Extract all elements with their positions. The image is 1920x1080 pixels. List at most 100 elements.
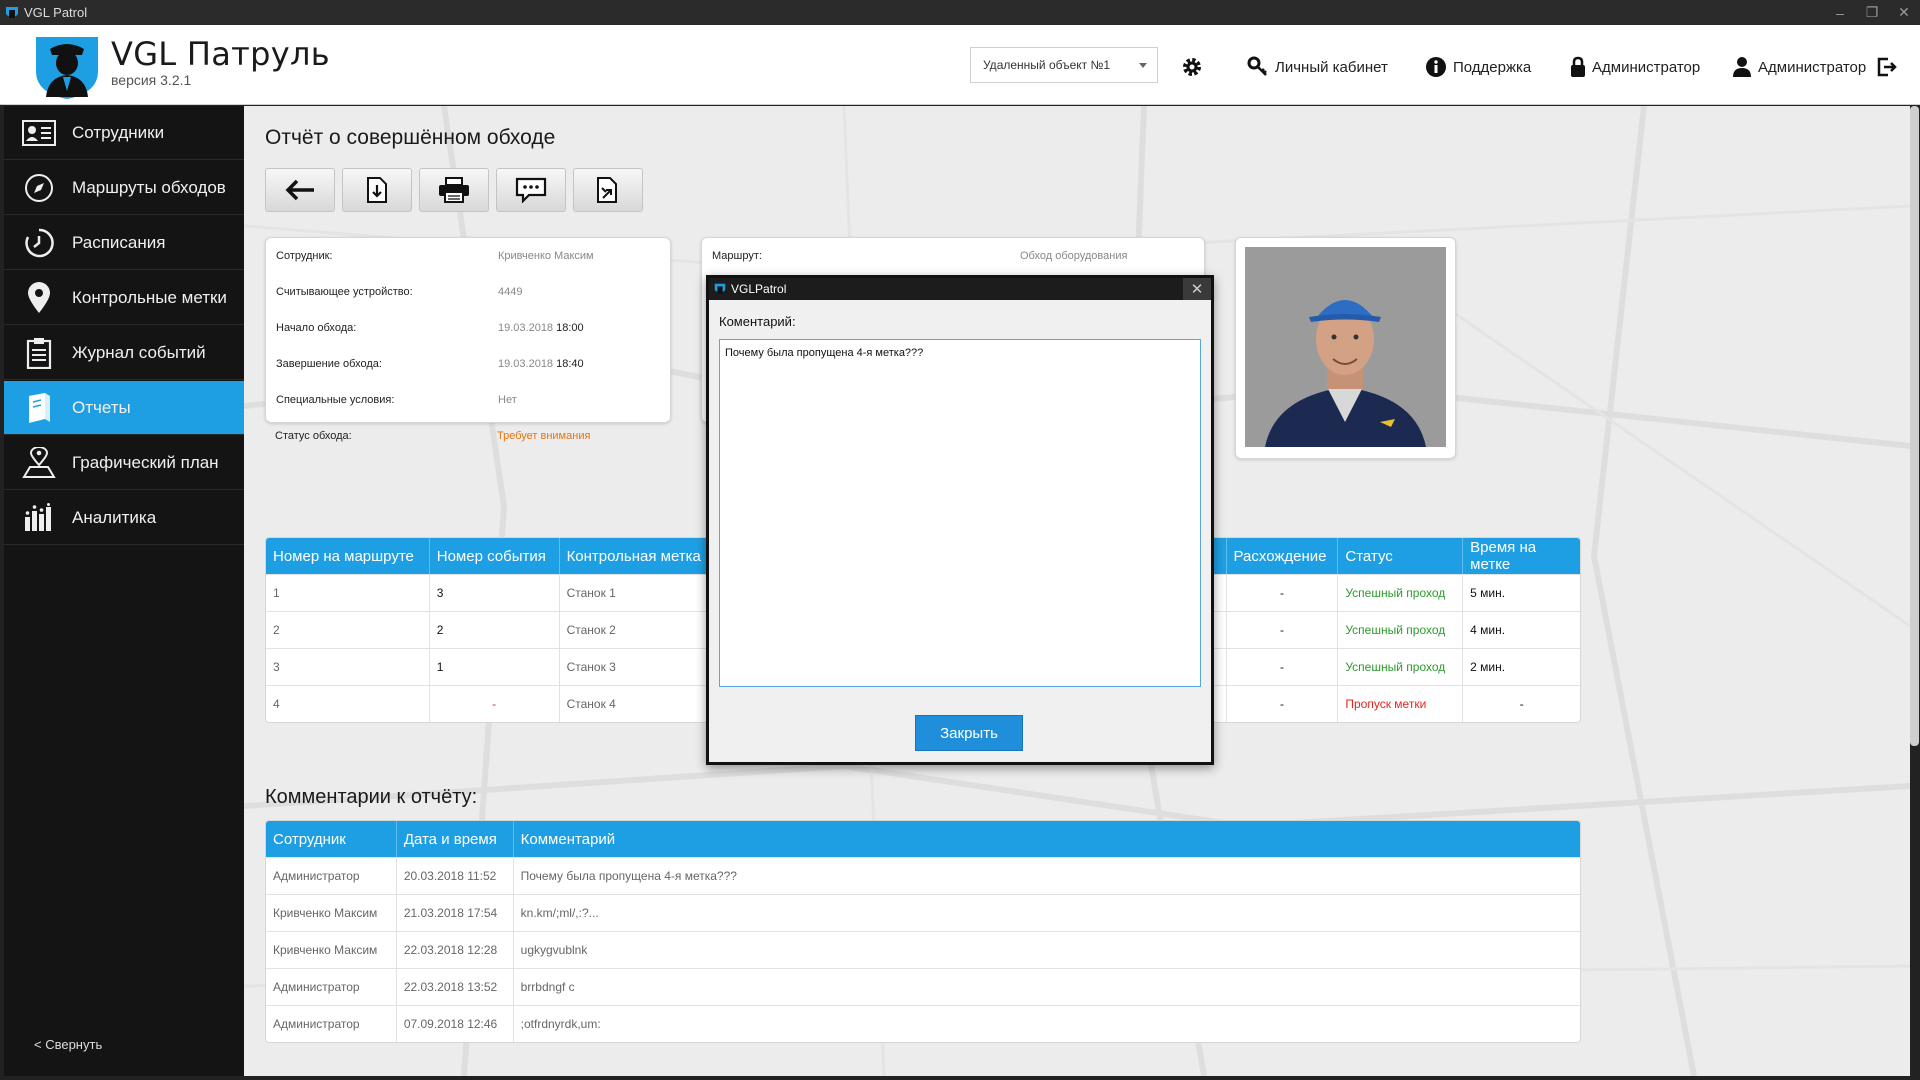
route-label: Маршрут: bbox=[712, 250, 762, 262]
personal-cabinet-link[interactable]: Личный кабинет bbox=[1247, 52, 1388, 82]
end-date: 19.03.2018 bbox=[498, 358, 554, 370]
download-button[interactable] bbox=[342, 168, 412, 212]
table-row[interactable]: Администратор 20.03.2018 11:52 Почему бы… bbox=[266, 857, 1580, 894]
cell-author: Кривченко Максим bbox=[266, 895, 397, 931]
cell-datetime: 22.03.2018 13:52 bbox=[397, 969, 514, 1005]
sidebar-item-routes[interactable]: Маршруты обходов bbox=[4, 161, 244, 215]
support-link[interactable]: Поддержка bbox=[1425, 52, 1531, 82]
cell-author: Администратор bbox=[266, 1006, 397, 1042]
comment-button[interactable] bbox=[496, 168, 566, 212]
support-label: Поддержка bbox=[1453, 58, 1532, 76]
info-label-employee: Сотрудник: bbox=[276, 250, 333, 262]
info-label-status: Статус обхода: bbox=[275, 430, 352, 442]
col-comment[interactable]: Комментарий bbox=[514, 821, 1580, 857]
admin-lock-link[interactable]: Администратор bbox=[1570, 52, 1700, 82]
settings-button[interactable] bbox=[1180, 52, 1210, 82]
bar-chart-icon bbox=[22, 501, 56, 535]
logout-icon bbox=[1877, 57, 1897, 77]
sidebar-item-checkpoints[interactable]: Контрольные метки bbox=[4, 271, 244, 325]
sidebar-item-reports[interactable]: Отчеты bbox=[4, 381, 244, 435]
vertical-scrollbar[interactable] bbox=[1910, 106, 1919, 746]
comment-dialog: VGLPatrol ✕ Коментарий: Почему была проп… bbox=[706, 275, 1214, 765]
lock-icon bbox=[1571, 56, 1585, 77]
col-route-number[interactable]: Номер на маршруте bbox=[266, 538, 430, 574]
info-value-conditions: Нет bbox=[498, 394, 517, 406]
sidebar-item-label: Контрольные метки bbox=[72, 287, 227, 307]
cell-comment: Почему была пропущена 4-я метка??? bbox=[520, 869, 737, 883]
cell-event-number: 2 bbox=[430, 612, 560, 648]
cell-status: Успешный проход bbox=[1338, 649, 1464, 685]
cell-author: Администратор bbox=[266, 858, 397, 894]
info-value-device: 4449 bbox=[498, 286, 523, 298]
table-row[interactable]: Кривченко Максим 21.03.2018 17:54 kn.km/… bbox=[266, 894, 1580, 931]
minimize-button[interactable]: – bbox=[1824, 0, 1856, 25]
close-dialog-button[interactable]: Закрыть bbox=[915, 715, 1023, 751]
col-event-number[interactable]: Номер события bbox=[430, 538, 560, 574]
reports-icon bbox=[22, 391, 56, 425]
app-name: VGL Патруль bbox=[111, 35, 330, 73]
export-button[interactable] bbox=[573, 168, 643, 212]
employee-photo bbox=[1245, 247, 1446, 447]
object-select[interactable]: Удаленный объект №1 bbox=[970, 47, 1158, 83]
comment-icon bbox=[515, 177, 547, 203]
info-value-status: Требует внимания bbox=[497, 430, 591, 442]
user-icon bbox=[1733, 57, 1751, 77]
cell-comment: ugkygvublnk bbox=[520, 943, 588, 957]
sidebar-item-label: Журнал событий bbox=[72, 342, 206, 362]
cell-discrepancy: - bbox=[1227, 612, 1339, 648]
window-titlebar: VGL Patrol – ❐ ✕ bbox=[0, 0, 1920, 25]
print-button[interactable] bbox=[419, 168, 489, 212]
cell-datetime: 22.03.2018 12:28 bbox=[397, 932, 514, 968]
cell-time: - bbox=[1519, 697, 1524, 711]
col-discrepancy[interactable]: Расхождение bbox=[1227, 538, 1339, 574]
cell-time: 5 мин. bbox=[1470, 586, 1506, 600]
employee-photo-card bbox=[1235, 237, 1456, 459]
cell-comment: kn.km/;ml/,:?... bbox=[520, 906, 599, 920]
col-time-at-mark[interactable]: Время на метке bbox=[1463, 538, 1580, 574]
object-select-value: Удаленный объект №1 bbox=[983, 58, 1111, 72]
sidebar-item-analytics[interactable]: Аналитика bbox=[4, 491, 244, 545]
key-icon bbox=[1247, 56, 1267, 76]
cell-comment: ;otfrdnyrdk,um: bbox=[520, 1017, 601, 1031]
logout-button[interactable] bbox=[1876, 52, 1904, 82]
cell-status: Успешный проход bbox=[1338, 612, 1464, 648]
map-pin-icon bbox=[22, 281, 56, 315]
page-title: Отчёт о совершённом обходе bbox=[265, 126, 556, 149]
cell-route-number: 2 bbox=[266, 612, 430, 648]
col-status[interactable]: Статус bbox=[1338, 538, 1464, 574]
cell-comment: brrbdngf c bbox=[520, 980, 575, 994]
cell-event-number: - bbox=[430, 686, 560, 722]
maximize-button[interactable]: ❐ bbox=[1856, 0, 1888, 25]
collapse-sidebar-link[interactable]: < Свернуть bbox=[34, 1037, 102, 1052]
dialog-titlebar: VGLPatrol bbox=[709, 278, 1211, 300]
close-window-button[interactable]: ✕ bbox=[1888, 0, 1920, 25]
table-row[interactable]: Администратор 22.03.2018 13:52 brrbdngf … bbox=[266, 968, 1580, 1005]
personal-cabinet-label: Личный кабинет bbox=[1275, 58, 1388, 76]
dialog-title: VGLPatrol bbox=[731, 282, 787, 296]
sidebar-item-label: Маршруты обходов bbox=[72, 177, 226, 197]
app-logo-icon bbox=[714, 283, 726, 294]
report-toolbar bbox=[265, 168, 650, 212]
col-datetime[interactable]: Дата и время bbox=[397, 821, 514, 857]
sidebar-item-schedules[interactable]: Расписания bbox=[4, 216, 244, 270]
app-header: VGL Патруль версия 3.2.1 Удаленный объек… bbox=[0, 25, 1920, 105]
cell-route-number: 4 bbox=[266, 686, 430, 722]
table-row[interactable]: Кривченко Максим 22.03.2018 12:28 ugkygv… bbox=[266, 931, 1580, 968]
comment-textarea[interactable]: Почему была пропущена 4-я метка??? bbox=[719, 339, 1201, 687]
table-row[interactable]: Администратор 07.09.2018 12:46 ;otfrdnyr… bbox=[266, 1005, 1580, 1042]
route-value: Обход оборудования bbox=[1020, 250, 1128, 262]
printer-icon bbox=[439, 177, 469, 203]
sidebar-item-event-log[interactable]: Журнал событий bbox=[4, 326, 244, 380]
sidebar-item-graphic-plan[interactable]: Графический план bbox=[4, 436, 244, 490]
col-author[interactable]: Сотрудник bbox=[266, 821, 397, 857]
cell-route-number: 3 bbox=[266, 649, 430, 685]
dialog-close-button[interactable]: ✕ bbox=[1183, 278, 1211, 300]
cell-datetime: 07.09.2018 12:46 bbox=[397, 1006, 514, 1042]
cell-discrepancy: - bbox=[1227, 649, 1339, 685]
comments-table-header: Сотрудник Дата и время Комментарий bbox=[266, 821, 1580, 857]
back-button[interactable] bbox=[265, 168, 335, 212]
admin-user-link[interactable]: Администратор bbox=[1732, 52, 1866, 82]
start-time: 18:00 bbox=[556, 322, 584, 334]
sidebar-item-employees[interactable]: Сотрудники bbox=[4, 106, 244, 160]
cell-status: Успешный проход bbox=[1338, 575, 1464, 611]
